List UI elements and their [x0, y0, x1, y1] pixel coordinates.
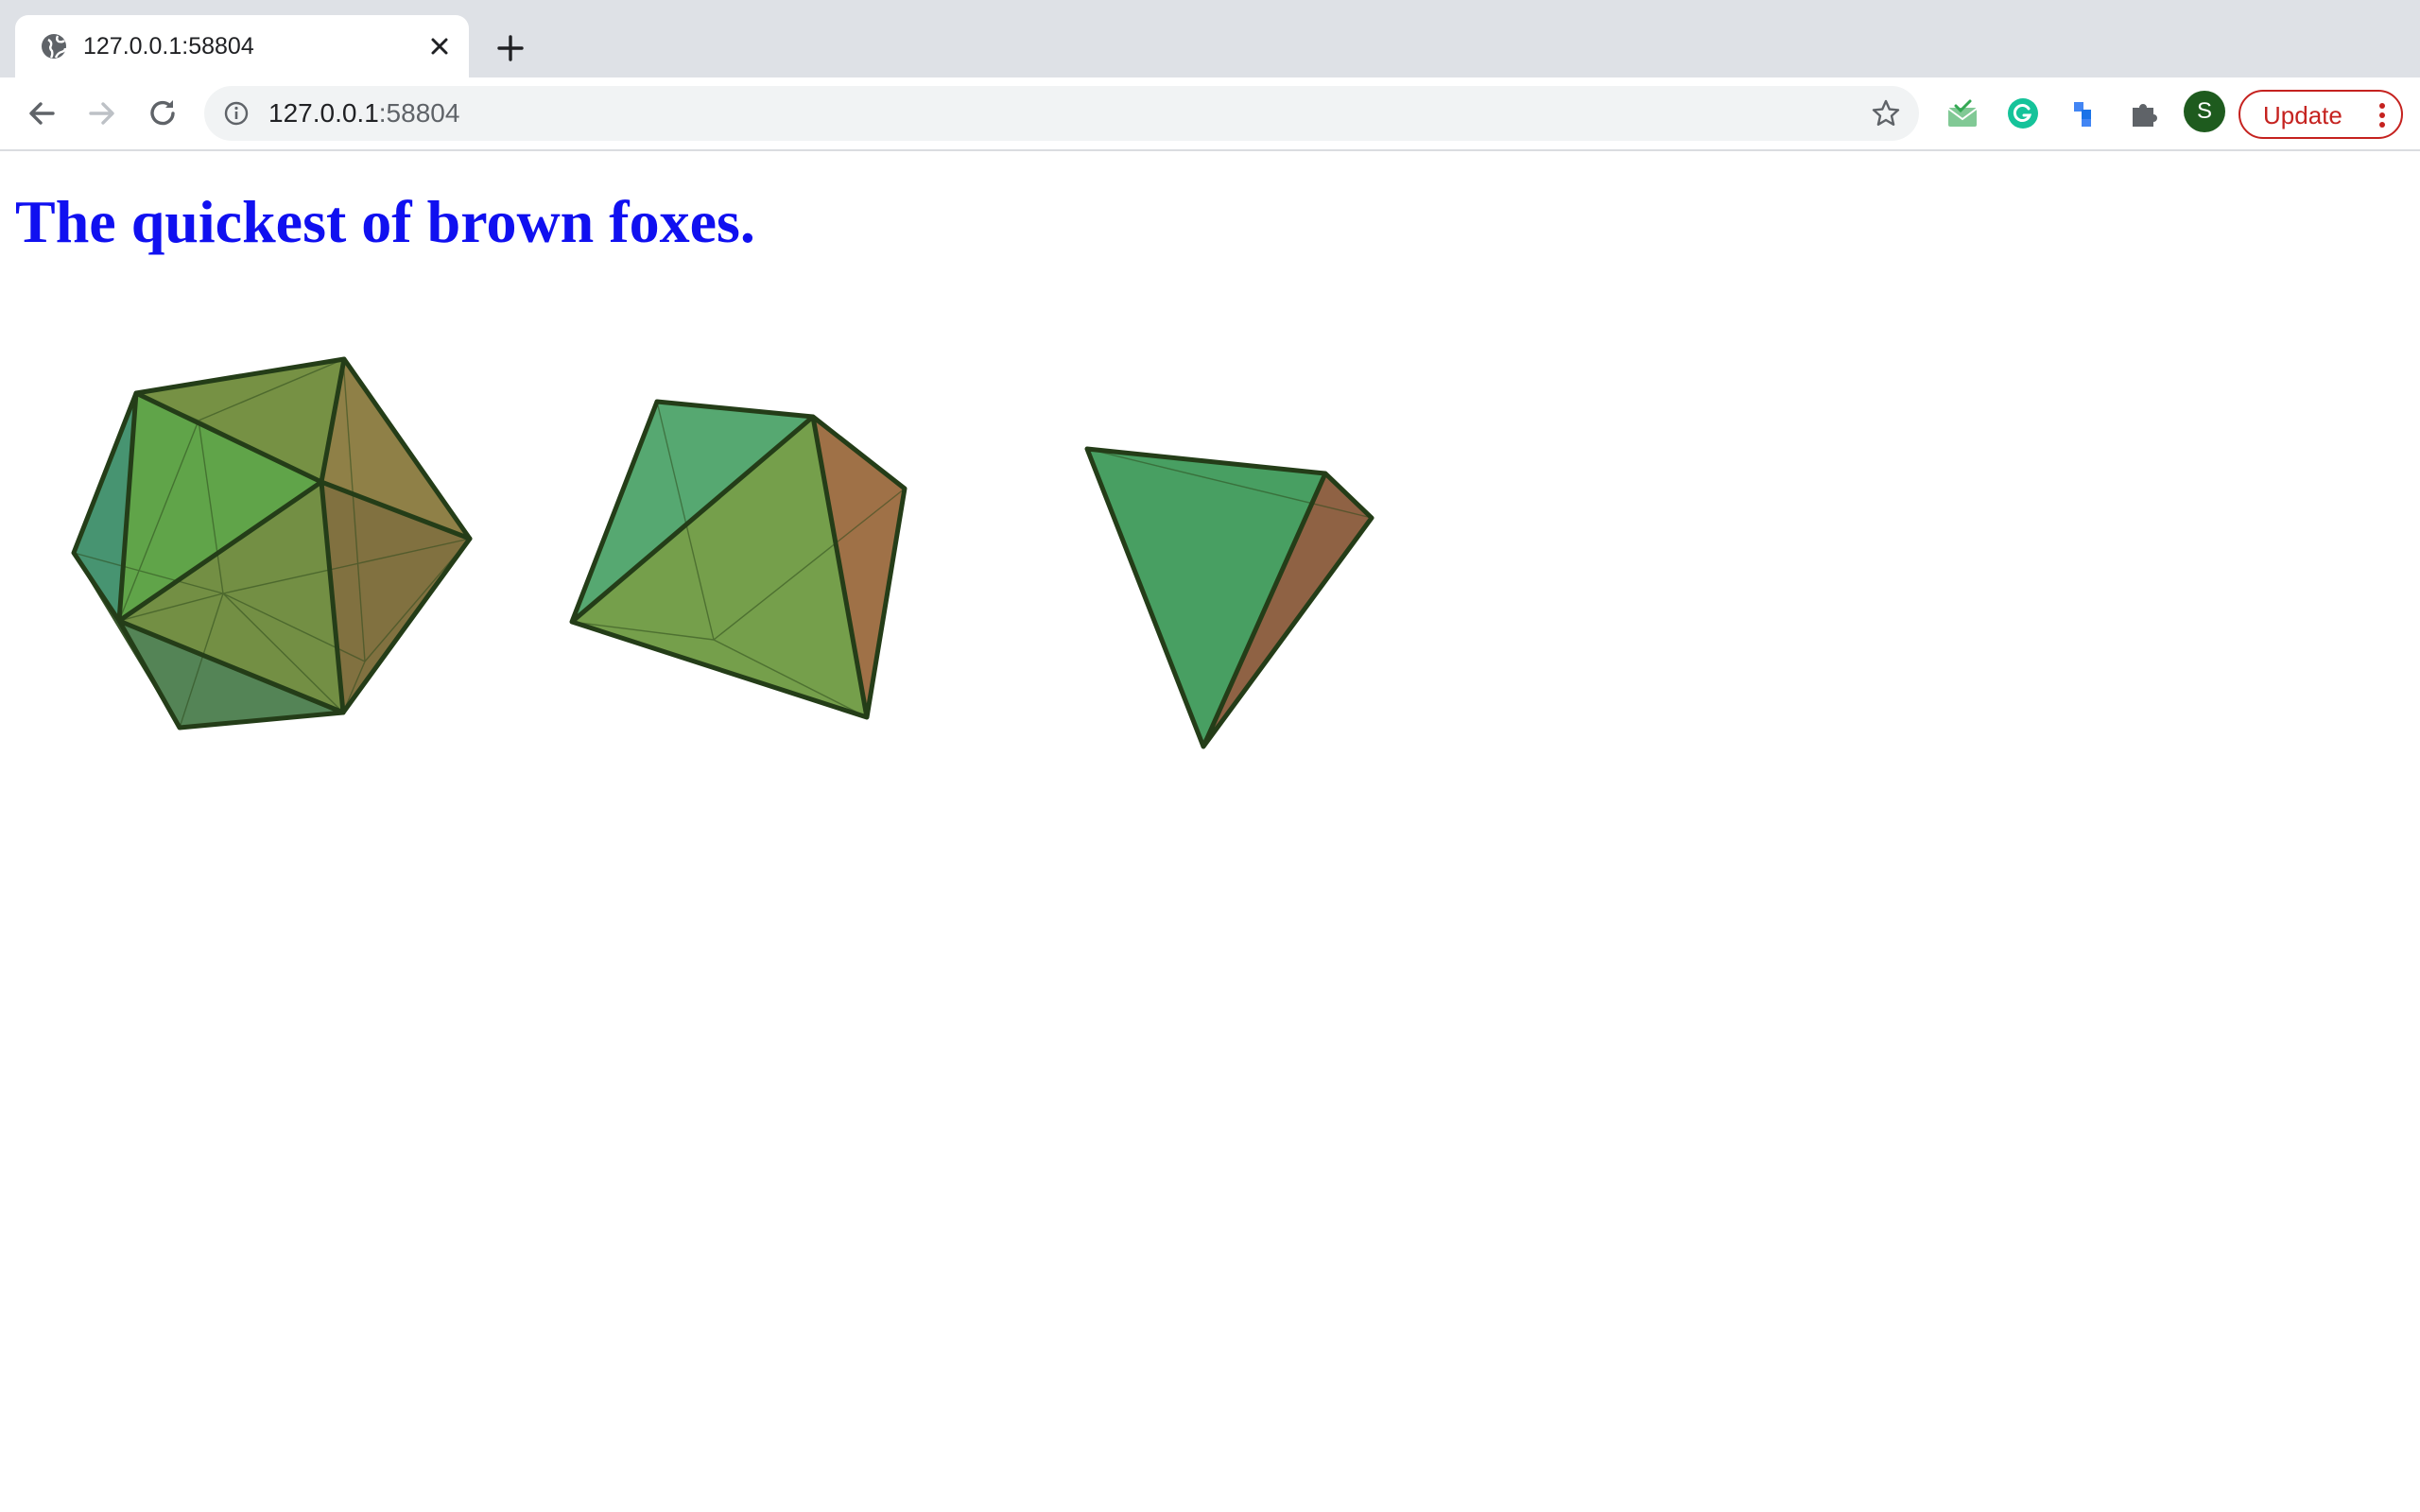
profile-avatar[interactable]: S: [2184, 91, 2225, 132]
puzzle-icon[interactable]: [2125, 94, 2163, 132]
tab-strip: 127.0.0.1:58804: [0, 0, 2420, 77]
bookmark-star-icon[interactable]: [1870, 97, 1902, 129]
browser-tab[interactable]: 127.0.0.1:58804: [15, 15, 469, 77]
page-heading: The quickest of brown foxes.: [15, 188, 755, 255]
address-bar[interactable]: 127.0.0.1:58804: [204, 86, 1919, 141]
grammarly-icon[interactable]: [2004, 94, 2042, 132]
info-icon[interactable]: [223, 100, 250, 127]
blocks-extension-icon[interactable]: [2065, 94, 2102, 132]
tetrahedron-shape: [1084, 446, 1374, 749]
browser-toolbar: 127.0.0.1:58804: [0, 77, 2420, 151]
url-port: :58804: [378, 98, 460, 128]
update-button[interactable]: Update: [2238, 90, 2403, 139]
new-tab-icon[interactable]: [492, 29, 529, 67]
globe-icon: [42, 34, 67, 59]
url-host: 127.0.0.1: [268, 98, 379, 128]
octahedron-shape: [569, 399, 908, 720]
mail-check-icon[interactable]: [1944, 94, 1981, 132]
url-text: 127.0.0.1:58804: [268, 98, 459, 129]
update-button-label: Update: [2263, 101, 2342, 129]
icosahedron-shape: [71, 356, 473, 730]
reload-icon[interactable]: [142, 93, 183, 134]
back-arrow-icon[interactable]: [21, 93, 62, 134]
forward-arrow-icon[interactable]: [81, 93, 123, 134]
more-menu-icon[interactable]: [2378, 102, 2386, 129]
tab-title: 127.0.0.1:58804: [83, 33, 254, 60]
close-icon[interactable]: [425, 32, 454, 60]
